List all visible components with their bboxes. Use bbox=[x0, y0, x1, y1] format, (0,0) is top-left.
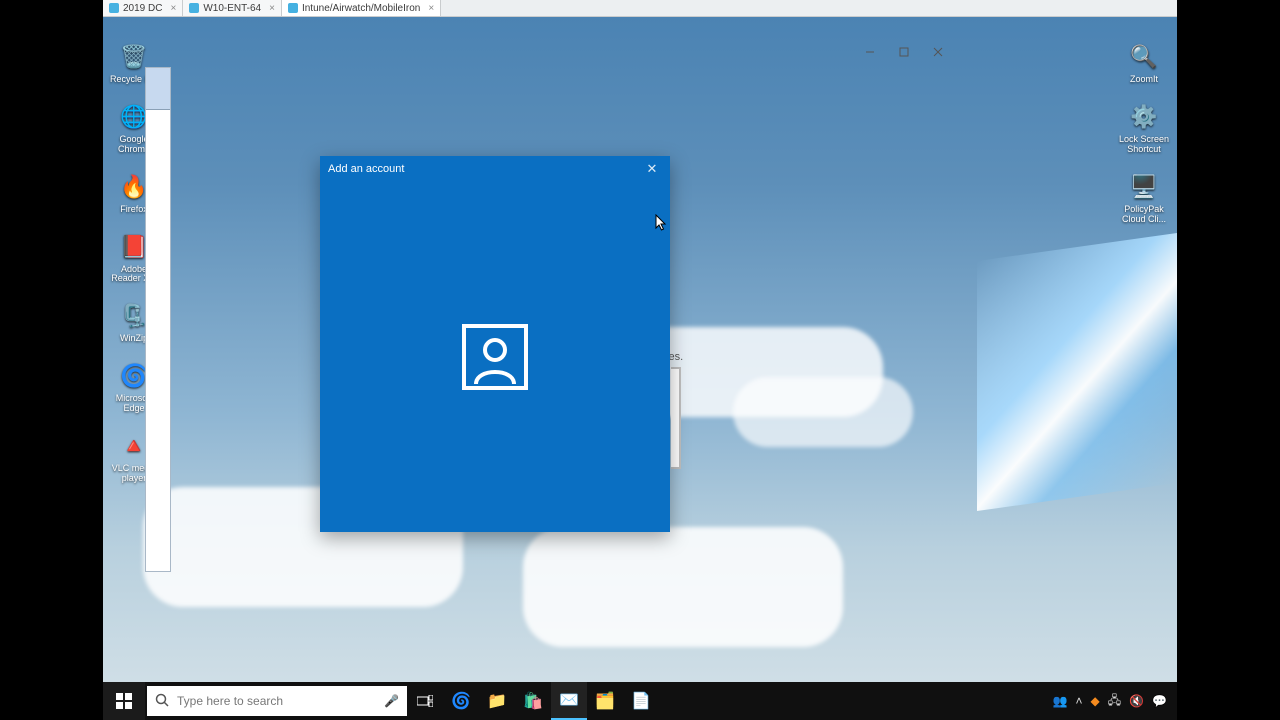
taskbar-app-notepad[interactable]: 📄 bbox=[623, 682, 659, 720]
desktop[interactable]: 🗑️ Recycle B... 🌐 Google Chrome 🔥 Firefo… bbox=[103, 17, 1177, 682]
add-account-dialog: Add an account ✕ bbox=[320, 156, 670, 532]
close-button[interactable] bbox=[921, 37, 955, 66]
zoomit-icon: 🔍 bbox=[1128, 41, 1160, 73]
policypak-icon: 🖥️ bbox=[1128, 171, 1160, 203]
tab-icon bbox=[189, 3, 199, 13]
maximize-button[interactable] bbox=[887, 37, 921, 66]
tab-label: Intune/Airwatch/MobileIron bbox=[302, 3, 420, 14]
icon-label: WinZip bbox=[120, 334, 148, 344]
taskbar-app-generic-1[interactable]: 🗂️ bbox=[587, 682, 623, 720]
start-button[interactable] bbox=[103, 682, 145, 720]
tray-network-icon[interactable]: 🖧 bbox=[1108, 691, 1121, 712]
desktop-icons-right: 🔍 ZoomIt ⚙️ Lock Screen Shortcut 🖥️ Poli… bbox=[1113, 41, 1175, 224]
tab-label: W10-ENT-64 bbox=[203, 3, 261, 14]
dialog-title: Add an account bbox=[328, 163, 404, 175]
taskbar-app-edge[interactable]: 🌀 bbox=[443, 682, 479, 720]
dialog-header: Add an account ✕ bbox=[320, 156, 670, 182]
tab-label: 2019 DC bbox=[123, 3, 162, 14]
vm-tab-1[interactable]: W10-ENT-64 × bbox=[183, 0, 282, 16]
close-icon[interactable]: × bbox=[170, 3, 176, 14]
person-icon bbox=[462, 324, 528, 390]
icon-label: PolicyPak Cloud Cli... bbox=[1113, 205, 1175, 225]
close-icon[interactable]: × bbox=[428, 3, 434, 14]
settings-titlebar bbox=[167, 37, 955, 66]
taskbar-app-explorer[interactable]: 📁 bbox=[479, 682, 515, 720]
tray-volume-icon[interactable]: 🔇 bbox=[1129, 694, 1144, 708]
wallpaper-streak bbox=[977, 233, 1177, 511]
search-icon bbox=[155, 693, 169, 710]
tab-icon bbox=[109, 3, 119, 13]
minimize-button[interactable] bbox=[853, 37, 887, 66]
tray-chevron-up-icon[interactable]: ˄ bbox=[1075, 694, 1082, 708]
dialog-close-button[interactable]: ✕ bbox=[642, 159, 662, 179]
task-view-button[interactable] bbox=[407, 682, 443, 720]
desktop-icon-zoomit[interactable]: 🔍 ZoomIt bbox=[1113, 41, 1175, 85]
taskbar-app-mail[interactable]: ✉️ bbox=[551, 682, 587, 720]
vm-tab-2[interactable]: Intune/Airwatch/MobileIron × bbox=[282, 0, 441, 16]
vm-viewer: 2019 DC × W10-ENT-64 × Intune/Airwatch/M… bbox=[103, 0, 1177, 720]
desktop-icon-policypak[interactable]: 🖥️ PolicyPak Cloud Cli... bbox=[1113, 171, 1175, 225]
tray-action-center-icon[interactable]: 💬 bbox=[1152, 694, 1167, 708]
background-input-fragment bbox=[671, 367, 681, 469]
icon-label: Lock Screen Shortcut bbox=[1113, 135, 1175, 155]
tab-icon bbox=[288, 3, 298, 13]
system-tray: 👥 ˄ ◆ 🖧 🔇 💬 bbox=[1043, 691, 1178, 712]
icon-label: ZoomIt bbox=[1130, 75, 1158, 85]
close-icon[interactable]: × bbox=[269, 3, 275, 14]
taskbar-search[interactable]: Type here to search 🎤 bbox=[147, 686, 407, 716]
search-placeholder: Type here to search bbox=[177, 694, 283, 708]
taskbar-app-store[interactable]: 🛍️ bbox=[515, 682, 551, 720]
taskbar: Type here to search 🎤 🌀 📁 🛍️ ✉️ 🗂️ 📄 👥 ˄… bbox=[103, 682, 1177, 720]
desktop-icon-lockscreen[interactable]: ⚙️ Lock Screen Shortcut bbox=[1113, 101, 1175, 155]
dialog-body bbox=[320, 182, 670, 532]
tray-shield-icon[interactable]: ◆ bbox=[1090, 694, 1099, 708]
gear-icon: ⚙️ bbox=[1128, 101, 1160, 133]
microphone-icon[interactable]: 🎤 bbox=[384, 694, 399, 708]
mouse-cursor bbox=[655, 214, 667, 232]
tray-people-icon[interactable]: 👥 bbox=[1053, 694, 1068, 708]
windows-logo-icon bbox=[116, 693, 132, 709]
icon-label: Firefox bbox=[120, 205, 148, 215]
vm-tab-strip: 2019 DC × W10-ENT-64 × Intune/Airwatch/M… bbox=[103, 0, 1177, 17]
vm-tab-0[interactable]: 2019 DC × bbox=[103, 0, 183, 16]
